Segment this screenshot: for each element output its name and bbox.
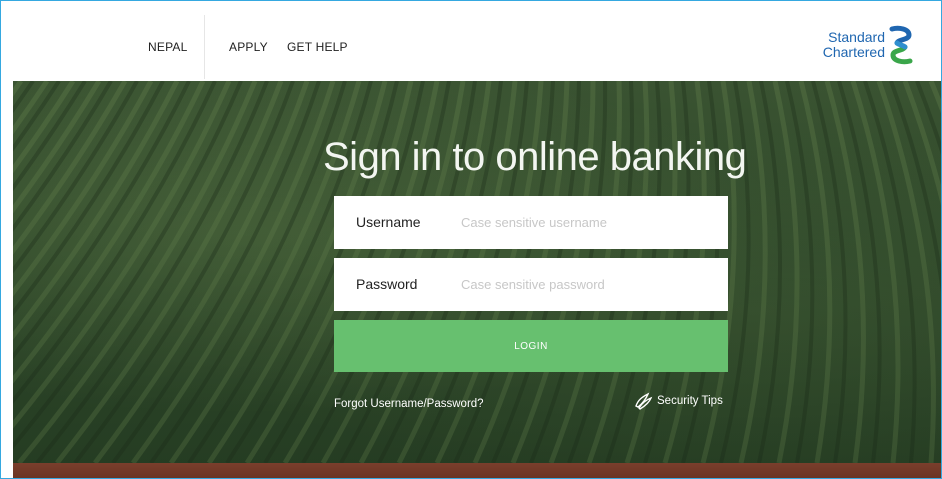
site-header: NEPAL APPLY GET HELP Standard Chartered: [1, 1, 941, 81]
logo-wordmark: Standard Chartered: [823, 30, 885, 60]
soil-strip: [13, 463, 941, 478]
login-button[interactable]: LOGIN: [334, 320, 728, 372]
logo-line-chartered: Chartered: [822, 44, 885, 60]
security-tips-label: Security Tips: [657, 395, 723, 407]
nav-divider: [204, 15, 205, 79]
nav-get-help-link[interactable]: GET HELP: [287, 40, 348, 54]
page-title: Sign in to online banking: [323, 135, 747, 179]
country-selector[interactable]: NEPAL: [148, 40, 187, 54]
security-tips-icon: [635, 392, 653, 410]
password-input[interactable]: [461, 270, 716, 298]
nav-apply-link[interactable]: APPLY: [229, 40, 268, 54]
username-field[interactable]: Username: [334, 196, 728, 249]
logo-line-standard: Standard: [828, 29, 885, 45]
standard-chartered-wave-icon: [889, 25, 913, 65]
password-field[interactable]: Password: [334, 258, 728, 311]
username-label: Username: [356, 214, 421, 230]
forgot-credentials-link[interactable]: Forgot Username/Password?: [334, 398, 484, 410]
username-input[interactable]: [461, 208, 716, 236]
browser-frame: NEPAL APPLY GET HELP Standard Chartered …: [0, 0, 942, 479]
security-tips-link[interactable]: Security Tips: [633, 391, 723, 411]
brand-logo[interactable]: Standard Chartered: [823, 25, 913, 65]
password-label: Password: [356, 276, 418, 292]
